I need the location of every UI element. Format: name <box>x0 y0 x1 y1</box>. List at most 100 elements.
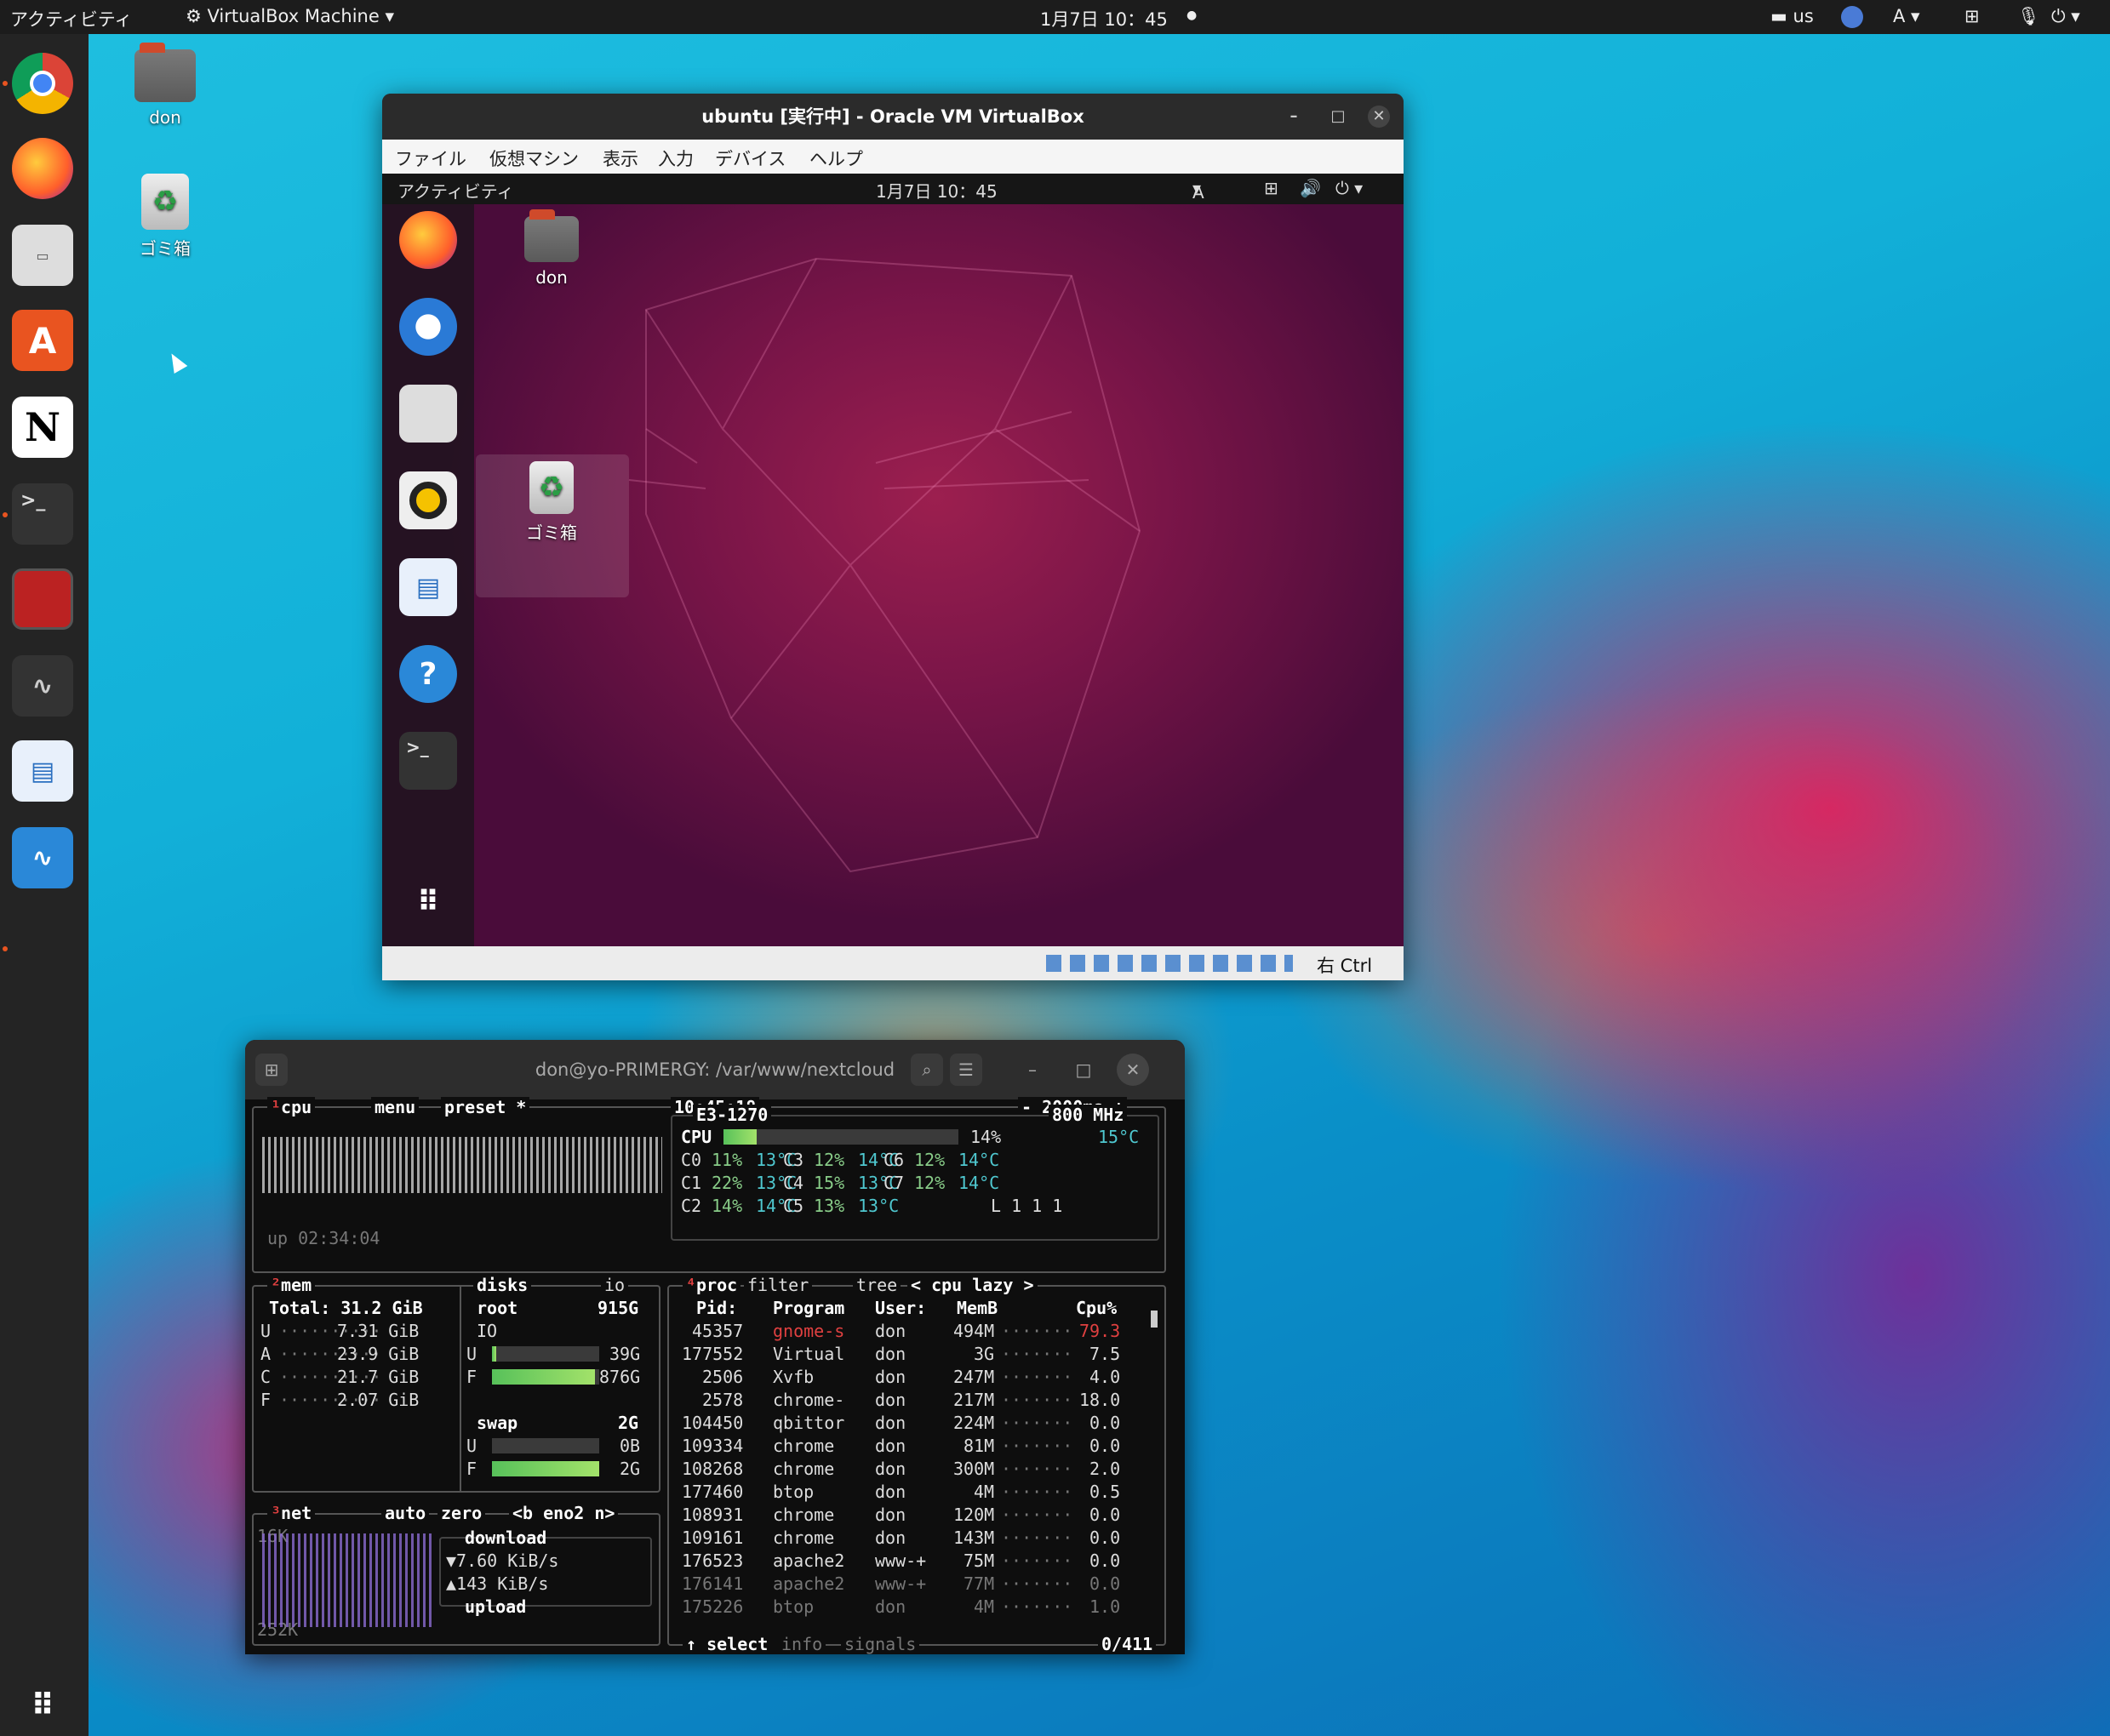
proc-cpu-graph: ······· <box>1001 1367 1073 1387</box>
proc-pid: 108268 <box>682 1459 744 1479</box>
cpu-tab[interactable]: ¹cpu <box>267 1097 316 1117</box>
terminal-titlebar[interactable]: ⊞ don@yo-PRIMERGY: /var/www/nextcloud ⌕ … <box>245 1040 1185 1099</box>
menu-machine[interactable]: 仮想マシン <box>489 146 579 171</box>
guest-screen[interactable]: アクティビティ 1月7日 10：45 A ▾ ⊞ 🔊 ⏻ ▾ ▤ ? >_ ⠿ … <box>382 174 1404 946</box>
core-name: C6 <box>883 1150 905 1170</box>
proc-cpu: 0.0 <box>1089 1505 1121 1525</box>
terminal-icon[interactable]: >_ <box>12 483 73 545</box>
guest-activities-button[interactable]: アクティビティ <box>397 178 514 203</box>
maximize-button[interactable]: □ <box>1067 1054 1100 1086</box>
proc-user: don <box>875 1413 906 1433</box>
net-auto[interactable]: auto <box>381 1503 430 1523</box>
hamburger-menu-button[interactable]: ☰ <box>950 1054 982 1086</box>
disk-used: 39G <box>609 1344 641 1364</box>
proc-user: don <box>875 1459 906 1479</box>
proc-tab[interactable]: ⁴proc <box>683 1275 741 1295</box>
monitor-app-icon[interactable]: ∿ <box>12 827 73 888</box>
files-icon[interactable]: ▭ <box>12 225 73 286</box>
menu-file[interactable]: ファイル <box>395 146 466 171</box>
app-menu[interactable]: ⚙ VirtualBox Machine ▾ <box>186 6 394 26</box>
preset-tab[interactable]: preset * <box>441 1097 530 1117</box>
keyboard-layout[interactable]: ▬ us <box>1770 6 1814 26</box>
guest-top-bar: アクティビティ 1月7日 10：45 A ▾ ⊞ 🔊 ⏻ ▾ <box>382 174 1404 204</box>
virtualbox-icon: ⚙ <box>186 6 208 26</box>
menu-input[interactable]: 入力 <box>658 146 694 171</box>
guest-thunderbird-icon[interactable] <box>399 298 457 356</box>
virtualbox-app-icon[interactable] <box>12 568 73 630</box>
input-method[interactable]: A ▾ <box>1893 6 1920 26</box>
maximize-button[interactable]: □ <box>1327 106 1349 128</box>
guest-network-icon[interactable]: ⊞ <box>1264 178 1278 198</box>
menu-view[interactable]: 表示 <box>603 146 638 171</box>
minimize-button[interactable]: – <box>1283 106 1305 128</box>
minimize-button[interactable]: – <box>1016 1054 1049 1086</box>
search-button[interactable]: ⌕ <box>911 1054 943 1086</box>
net-interface[interactable]: <b eno2 n> <box>509 1503 619 1523</box>
menu-devices[interactable]: デバイス <box>715 146 786 171</box>
disks-tab[interactable]: disks <box>473 1275 532 1295</box>
upload-rate: ▲143 KiB/s <box>446 1573 549 1594</box>
core-pct: 14% <box>712 1196 743 1216</box>
firefox-icon[interactable] <box>12 138 73 199</box>
core-temp: 14°C <box>958 1150 1000 1170</box>
signals-control[interactable]: signals <box>841 1634 920 1654</box>
select-control[interactable]: ↑ select ↓ <box>683 1634 792 1654</box>
close-button[interactable]: ✕ <box>1368 106 1390 128</box>
virtualbox-window: ubuntu [実行中] - Oracle VM VirtualBox – □ … <box>382 94 1404 980</box>
mem-row-value: 2.07 GiB <box>337 1390 420 1410</box>
proc-mem: 4M <box>974 1596 995 1617</box>
menu-tab[interactable]: menu <box>371 1097 420 1117</box>
close-button[interactable]: ✕ <box>1117 1054 1149 1086</box>
core-temp: 14°C <box>958 1173 1000 1193</box>
proc-user: don <box>875 1367 906 1387</box>
activities-button[interactable]: アクティビティ <box>10 6 132 31</box>
proc-cpu-graph: ······· <box>1001 1573 1073 1594</box>
btop-screen[interactable]: ¹cpu menu preset * 10:45:18 - 2000ms + u… <box>245 1097 1185 1654</box>
notion-icon[interactable]: N <box>12 397 73 458</box>
tree-tab[interactable]: tree <box>853 1275 901 1295</box>
proc-program: apache2 <box>773 1573 845 1594</box>
guest-firefox-icon[interactable] <box>399 211 457 269</box>
guest-home-icon[interactable]: don <box>500 209 603 288</box>
window-titlebar[interactable]: ubuntu [実行中] - Oracle VM VirtualBox – □ … <box>382 94 1404 140</box>
guest-terminal-icon[interactable]: >_ <box>399 732 457 790</box>
guest-volume-icon[interactable]: 🔊 <box>1300 178 1321 198</box>
mem-tab[interactable]: ²mem <box>267 1275 316 1295</box>
net-zero[interactable]: zero <box>437 1503 486 1523</box>
guest-rhythmbox-icon[interactable] <box>399 471 457 529</box>
new-tab-button[interactable]: ⊞ <box>255 1054 288 1086</box>
info-control[interactable]: info <box>778 1634 826 1654</box>
scrollbar-thumb[interactable] <box>1151 1311 1158 1328</box>
guest-input-method[interactable]: A ▾ <box>1192 178 1204 203</box>
app-grid-icon[interactable]: ⠿ <box>12 1675 73 1736</box>
desktop-home-icon[interactable]: don <box>114 43 216 128</box>
chrome-icon[interactable] <box>12 53 73 114</box>
guest-help-icon[interactable]: ? <box>399 645 457 703</box>
net-tab[interactable]: ³net <box>267 1503 316 1523</box>
menu-help[interactable]: ヘルプ <box>809 146 863 171</box>
writer-icon[interactable]: ▤ <box>12 740 73 802</box>
sort-selector[interactable]: < cpu lazy > <box>907 1275 1038 1295</box>
guest-writer-icon[interactable]: ▤ <box>399 558 457 616</box>
device-status-icons[interactable] <box>1046 955 1293 972</box>
guest-trash-icon[interactable]: ♻ ゴミ箱 <box>500 461 603 544</box>
guest-power-icon[interactable]: ⏻ ▾ <box>1335 178 1363 198</box>
proc-pid: 109161 <box>682 1528 744 1548</box>
microphone-icon[interactable]: 🎙 <box>2017 6 2040 27</box>
filter-tab[interactable]: filter <box>744 1275 813 1295</box>
status-icon[interactable] <box>1841 6 1863 28</box>
system-monitor-icon[interactable]: ∿ <box>12 655 73 717</box>
network-icon[interactable]: ⊞ <box>1964 6 1980 26</box>
guest-files-icon[interactable] <box>399 385 457 443</box>
proc-mem: 217M <box>953 1390 995 1410</box>
software-icon[interactable]: A <box>12 310 73 371</box>
proc-program: chrome- <box>773 1390 845 1410</box>
power-menu[interactable]: ⏻ ▾ <box>2051 6 2080 27</box>
proc-mem: 247M <box>953 1367 995 1387</box>
clock[interactable]: 1月7日 10：45 <box>1040 6 1168 31</box>
desktop-trash-icon[interactable]: ♻ ゴミ箱 <box>114 174 216 260</box>
guest-app-grid-icon[interactable]: ⠿ <box>399 873 457 931</box>
disk-free: 876G <box>599 1367 641 1387</box>
io-tab[interactable]: io <box>601 1275 629 1295</box>
guest-clock[interactable]: 1月7日 10：45 <box>876 178 998 203</box>
